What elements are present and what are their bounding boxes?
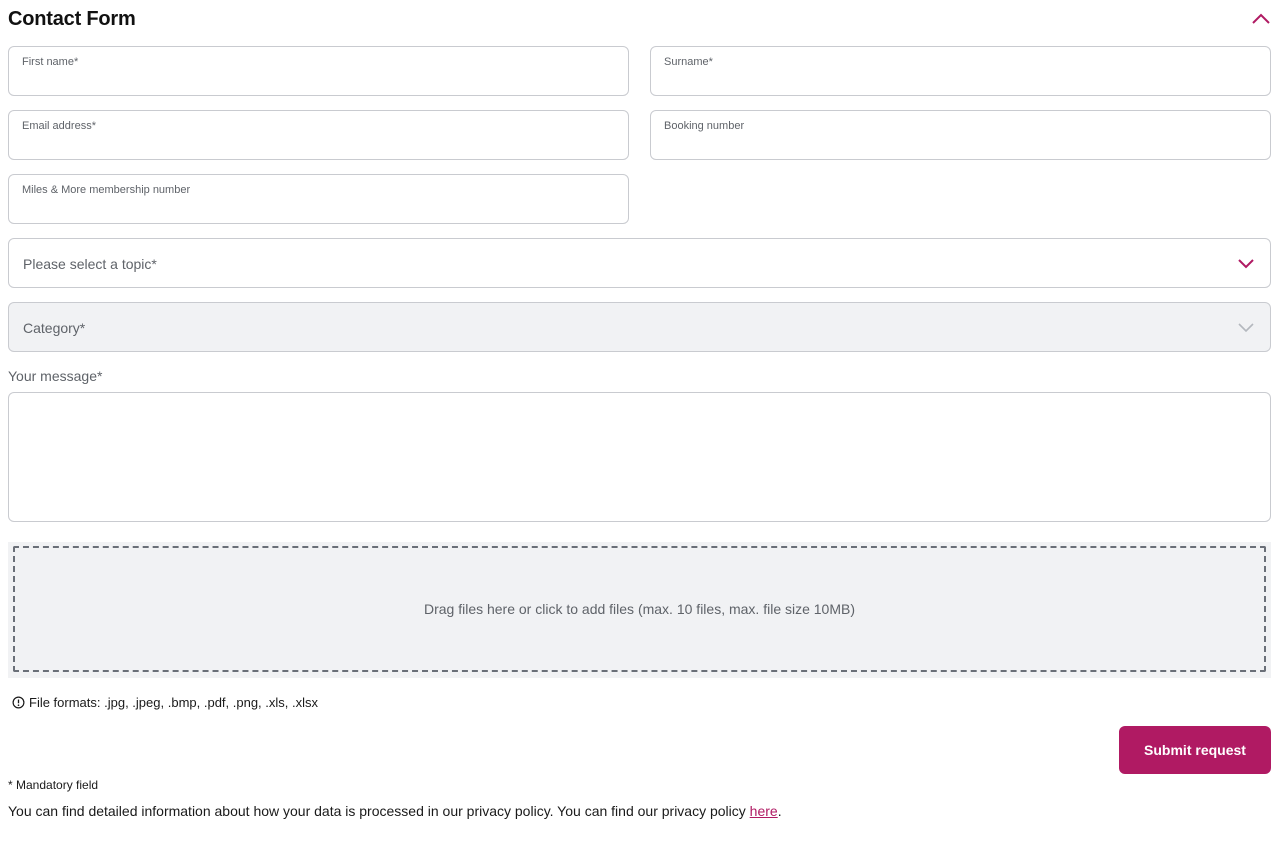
booking-number-input[interactable] <box>664 133 1257 153</box>
collapse-button[interactable] <box>1250 8 1272 30</box>
surname-label: Surname* <box>664 56 713 68</box>
miles-more-input[interactable] <box>22 197 615 217</box>
category-select: Category* <box>8 302 1271 352</box>
file-upload-area: Drag files here or click to add files (m… <box>8 542 1271 678</box>
miles-more-field[interactable]: Miles & More membership number <box>8 174 629 224</box>
message-textarea[interactable] <box>8 392 1271 522</box>
info-circle-icon <box>12 696 25 708</box>
surname-input[interactable] <box>664 69 1257 89</box>
booking-number-label: Booking number <box>664 120 745 132</box>
chevron-down-icon <box>1238 323 1254 333</box>
email-field[interactable]: Email address* <box>8 110 629 160</box>
privacy-policy-link[interactable]: here <box>750 803 778 819</box>
form-header: Contact Form <box>8 6 1272 34</box>
privacy-text: You can find detailed information about … <box>8 803 750 819</box>
first-name-field[interactable]: First name* <box>8 46 629 96</box>
miles-more-label: Miles & More membership number <box>22 184 191 196</box>
category-placeholder: Category* <box>23 320 86 336</box>
email-label: Email address* <box>22 120 96 132</box>
chevron-down-icon <box>1238 259 1254 269</box>
submit-request-button[interactable]: Submit request <box>1119 726 1271 774</box>
page-title: Contact Form <box>8 8 136 30</box>
topic-placeholder: Please select a topic* <box>23 256 157 272</box>
privacy-end: . <box>777 803 782 819</box>
privacy-note: You can find detailed information about … <box>8 802 782 820</box>
dropzone-text: Drag files here or click to add files (m… <box>423 601 856 617</box>
file-formats-note: File formats: .jpg, .jpeg, .bmp, .pdf, .… <box>12 693 318 711</box>
email-input[interactable] <box>22 133 615 153</box>
chevron-up-icon <box>1252 13 1270 24</box>
first-name-label: First name* <box>22 56 79 68</box>
file-dropzone[interactable]: Drag files here or click to add files (m… <box>13 546 1266 672</box>
message-label: Your message* <box>8 368 103 384</box>
mandatory-note: * Mandatory field <box>8 778 99 792</box>
booking-number-field[interactable]: Booking number <box>650 110 1271 160</box>
surname-field[interactable]: Surname* <box>650 46 1271 96</box>
first-name-input[interactable] <box>22 69 615 89</box>
file-formats-text: File formats: .jpg, .jpeg, .bmp, .pdf, .… <box>29 694 319 710</box>
topic-select[interactable]: Please select a topic* <box>8 238 1271 288</box>
